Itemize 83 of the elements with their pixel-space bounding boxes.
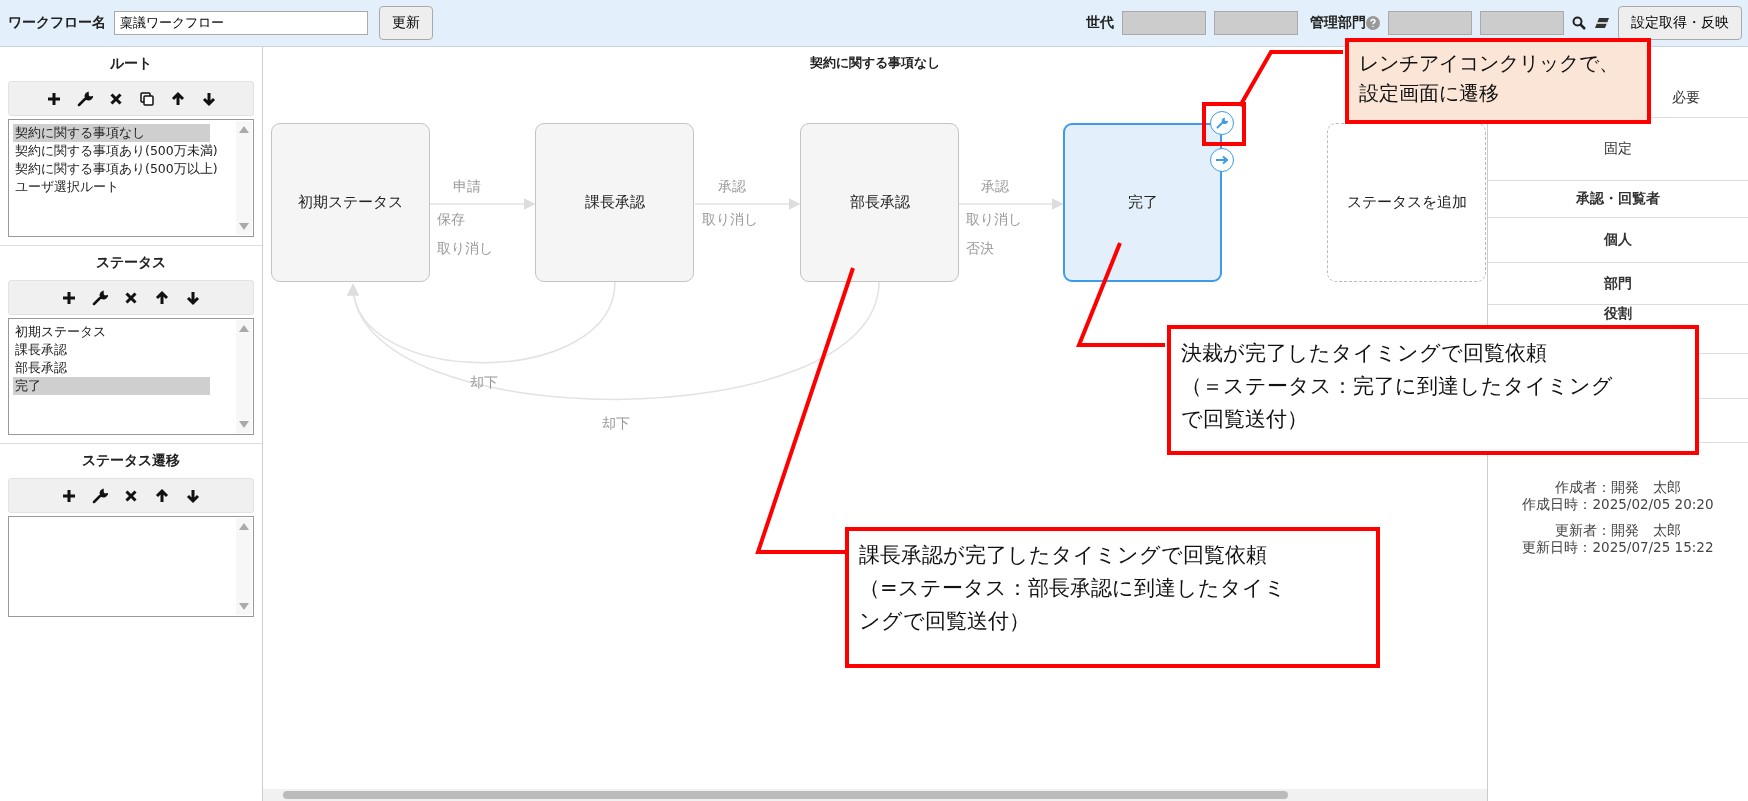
meta-text: 更新者：開発 太郎 bbox=[1555, 522, 1681, 539]
row-value: 必要 bbox=[1672, 89, 1700, 107]
transition-label: 保存 bbox=[437, 211, 465, 229]
callout-note: レンチアイコンクリックで、 設定画面に遷移 bbox=[1345, 38, 1651, 124]
settings-button[interactable] bbox=[1210, 111, 1234, 135]
list-item[interactable]: ユーザ選択ルート bbox=[13, 178, 210, 196]
arrow-right-icon[interactable] bbox=[1215, 155, 1229, 165]
callout-note: 課長承認が完了したタイミングで回覧依頼 （=ステータス：部長承認に到達したタイミ ングで回覧送付） bbox=[845, 527, 1380, 668]
scrollbar[interactable] bbox=[236, 121, 252, 235]
status-node[interactable]: 完了 bbox=[1063, 123, 1222, 282]
status-node[interactable]: 課長承認 bbox=[535, 123, 694, 282]
delete-icon[interactable] bbox=[107, 90, 124, 107]
list-item[interactable]: 課長承認 bbox=[13, 341, 210, 359]
eraser-icon[interactable] bbox=[1594, 17, 1610, 29]
list-item[interactable]: 契約に関する事項あり(500万未満) bbox=[13, 142, 218, 160]
scroll-down-icon[interactable] bbox=[239, 421, 249, 429]
transition-label: 申請 bbox=[452, 178, 481, 196]
list-item[interactable]: 初期ステータス bbox=[13, 323, 210, 341]
update-button[interactable]: 更新 bbox=[379, 6, 433, 40]
add-icon[interactable] bbox=[61, 289, 77, 306]
field-label: ワークフロー名 bbox=[8, 14, 106, 32]
row-value: 固定 bbox=[1604, 140, 1632, 158]
search-icon[interactable] bbox=[1572, 16, 1586, 30]
arrow-down-icon[interactable] bbox=[185, 289, 201, 306]
input-field[interactable] bbox=[1388, 11, 1472, 35]
input-field[interactable] bbox=[1122, 11, 1206, 35]
input-field[interactable] bbox=[1214, 11, 1298, 35]
wrench-icon[interactable] bbox=[92, 487, 108, 504]
transition-label: 承認 bbox=[717, 178, 746, 196]
list-item[interactable]: 部長承認 bbox=[13, 359, 210, 377]
arrow-down-icon[interactable] bbox=[185, 487, 201, 504]
apply-settings-button[interactable]: 設定取得・反映 bbox=[1618, 6, 1742, 40]
scroll-up-icon[interactable] bbox=[239, 522, 249, 530]
transition-button[interactable] bbox=[1210, 148, 1234, 172]
delete-icon[interactable] bbox=[123, 289, 139, 306]
workflow-name-field[interactable]: 稟議ワークフロー bbox=[114, 11, 368, 35]
arrow-up-icon[interactable] bbox=[169, 90, 186, 107]
horizontal-scrollbar[interactable] bbox=[263, 789, 1487, 801]
scroll-down-icon[interactable] bbox=[239, 223, 249, 231]
copy-icon[interactable] bbox=[138, 90, 155, 107]
transition-label: 否決 bbox=[966, 240, 994, 258]
section-title: ステータス bbox=[95, 254, 167, 272]
row-heading: 個人 bbox=[1604, 231, 1632, 249]
add-icon[interactable] bbox=[45, 90, 62, 107]
transition-label: 却下 bbox=[602, 415, 630, 433]
list-item[interactable]: 契約に関する事項あり(500万以上) bbox=[13, 160, 218, 178]
add-icon[interactable] bbox=[61, 487, 77, 504]
row-heading: 承認・回覧者 bbox=[1576, 190, 1660, 208]
wrench-icon[interactable] bbox=[92, 289, 108, 306]
field-label: 世代 bbox=[1086, 14, 1114, 32]
scroll-up-icon[interactable] bbox=[239, 324, 249, 332]
wrench-icon[interactable] bbox=[76, 90, 93, 107]
scrollbar[interactable] bbox=[236, 518, 252, 615]
arrow-up-icon[interactable] bbox=[154, 487, 170, 504]
input-field[interactable] bbox=[1480, 11, 1564, 35]
arrow-up-icon[interactable] bbox=[154, 289, 170, 306]
field-label: 管理部門 bbox=[1310, 14, 1366, 32]
section-title: ステータス遷移 bbox=[81, 452, 181, 470]
status-node[interactable]: 部長承認 bbox=[800, 123, 959, 282]
transition-label: 却下 bbox=[470, 374, 498, 392]
arrow-down-icon[interactable] bbox=[200, 90, 217, 107]
transition-label: 承認 bbox=[981, 178, 1009, 196]
list-item[interactable]: 契約に関する事項なし bbox=[13, 124, 210, 142]
meta-text: 作成者：開発 太郎 bbox=[1555, 479, 1681, 496]
canvas-title: 契約に関する事項なし bbox=[810, 54, 940, 72]
callout-note: 決裁が完了したタイミングで回覧依頼 （＝ステータス：完了に到達したタイミング で回覧送付） bbox=[1167, 325, 1699, 455]
row-heading: 役割 bbox=[1604, 305, 1632, 323]
scroll-down-icon[interactable] bbox=[239, 603, 249, 611]
row-heading: 部門 bbox=[1604, 274, 1632, 293]
scroll-up-icon[interactable] bbox=[239, 125, 249, 133]
highlight-frame bbox=[1202, 102, 1246, 146]
scrollbar[interactable] bbox=[236, 320, 252, 433]
help-icon[interactable] bbox=[1366, 16, 1380, 30]
meta-text: 更新日時：2025/07/25 15:22 bbox=[1522, 539, 1714, 556]
transition-label: 取り消し bbox=[437, 240, 493, 258]
add-status-node[interactable]: ステータスを追加 bbox=[1327, 123, 1486, 282]
list-item[interactable]: 完了 bbox=[13, 377, 210, 395]
transition-label: 取り消し bbox=[966, 211, 1022, 229]
delete-icon[interactable] bbox=[123, 487, 139, 504]
meta-text: 作成日時：2025/02/05 20:20 bbox=[1522, 496, 1714, 513]
transition-label: 取り消し bbox=[702, 211, 758, 229]
section-title: ルート bbox=[109, 55, 153, 73]
status-node[interactable]: 初期ステータス bbox=[271, 123, 430, 282]
